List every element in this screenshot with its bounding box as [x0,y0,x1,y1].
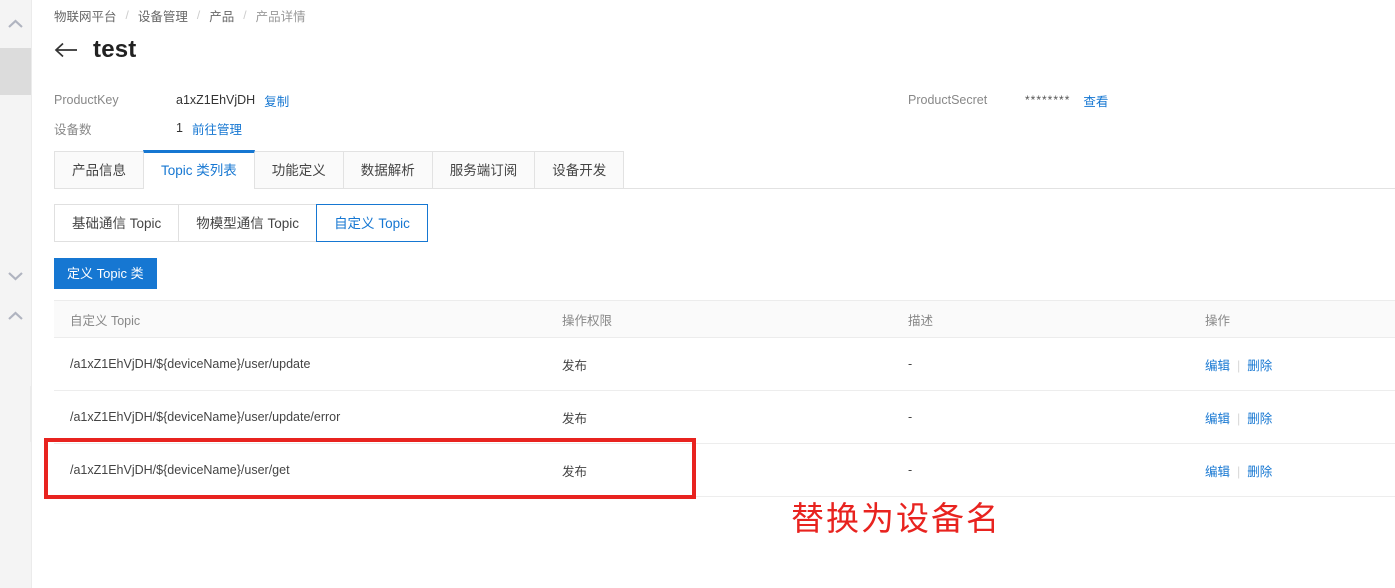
edit-topic-link[interactable]: 编辑 [1205,359,1230,373]
product-key-row: ProductKey a1xZ1EhVjDH 复制 ProductSecret … [54,86,1234,114]
table-row: /a1xZ1EhVjDH/${deviceName}/user/update 发… [54,337,1395,391]
tab-data-parsing[interactable]: 数据解析 [342,151,433,188]
topic-type-segmented-control: 基础通信 Topic 物模型通信 Topic 自定义 Topic [54,204,428,242]
tab-topic-list[interactable]: Topic 类列表 [143,150,255,189]
scroll-down-chevron-icon[interactable] [0,270,31,283]
breadcrumb-separator: / [243,8,247,22]
segment-custom-topic[interactable]: 自定义 Topic [316,204,428,242]
product-info: ProductKey a1xZ1EhVjDH 复制 ProductSecret … [54,86,1234,142]
product-secret-label: ProductSecret [908,93,988,107]
cell-topic: /a1xZ1EhVjDH/${deviceName}/user/update [54,337,562,391]
define-topic-class-button[interactable]: 定义 Topic 类 [54,258,157,289]
chevron-up-icon [8,311,23,320]
cell-description: - [908,337,1205,391]
breadcrumb: 物联网平台 / 设备管理 / 产品 / 产品详情 [54,0,306,30]
device-count-label: 设备数 [54,122,92,137]
cell-description: - [908,390,1205,444]
annotation-label: 替换为设备名 [791,499,1001,538]
breadcrumb-separator: / [125,8,129,22]
cell-permission: 发布 [562,337,908,391]
tab-device-development[interactable]: 设备开发 [534,151,625,188]
cell-topic: /a1xZ1EhVjDH/${deviceName}/user/update/e… [54,390,562,444]
device-count-row: 设备数 1 前往管理 [54,114,1234,142]
table-row: /a1xZ1EhVjDH/${deviceName}/user/update/e… [54,390,1395,444]
cell-permission: 发布 [562,443,908,497]
chevron-up-icon [8,19,23,28]
table-body: /a1xZ1EhVjDH/${deviceName}/user/update 发… [54,337,1395,497]
tab-product-info[interactable]: 产品信息 [54,151,144,188]
arrow-left-icon [54,42,77,57]
scroll-up-chevron-icon-secondary[interactable] [0,310,31,323]
product-key-label: ProductKey [54,93,119,107]
cell-description: - [908,443,1205,497]
table-header-row: 自定义 Topic 操作权限 描述 操作 [54,300,1395,338]
header-description: 描述 [908,300,1205,338]
copy-product-key-link[interactable]: 复制 [264,91,289,110]
edit-topic-link[interactable]: 编辑 [1205,465,1230,479]
custom-topic-table: 自定义 Topic 操作权限 描述 操作 /a1xZ1EhVjDH/${devi… [54,300,1395,497]
segment-thing-model-communication-topic[interactable]: 物模型通信 Topic [178,204,318,242]
breadcrumb-item-device-management[interactable]: 设备管理 [138,6,188,25]
cell-actions: 编辑 | 删除 [1205,337,1395,391]
page-scrollbar[interactable] [0,0,32,588]
tab-function-definition[interactable]: 功能定义 [253,151,344,188]
delete-topic-link[interactable]: 删除 [1247,359,1272,373]
tab-server-subscription[interactable]: 服务端订阅 [431,151,536,188]
cell-permission: 发布 [562,390,908,444]
page-header: test [54,36,136,64]
cell-actions: 编辑 | 删除 [1205,443,1395,497]
back-arrow-icon[interactable] [54,39,79,62]
product-secret-value: ******** [1025,93,1071,107]
action-separator: | [1237,411,1241,426]
breadcrumb-item-product[interactable]: 产品 [209,6,234,25]
product-secret-group: ProductSecret ******** 查看 [908,86,1108,114]
header-operation-permission: 操作权限 [562,300,908,338]
table-row: /a1xZ1EhVjDH/${deviceName}/user/get 发布 -… [54,443,1395,497]
breadcrumb-item-platform[interactable]: 物联网平台 [54,6,117,25]
view-product-secret-link[interactable]: 查看 [1083,91,1108,110]
page-content: 物联网平台 / 设备管理 / 产品 / 产品详情 test ProductKey… [32,0,1395,588]
action-separator: | [1237,358,1241,373]
cell-actions: 编辑 | 删除 [1205,390,1395,444]
segment-basic-communication-topic[interactable]: 基础通信 Topic [54,204,180,242]
chevron-down-icon [8,272,23,281]
main-tabs: 产品信息 Topic 类列表 功能定义 数据解析 服务端订阅 设备开发 [54,150,1395,189]
breadcrumb-item-product-detail: 产品详情 [255,9,306,24]
page-title: test [93,36,137,63]
breadcrumb-separator: / [196,8,201,22]
product-key-value: a1xZ1EhVjDH [176,93,256,107]
device-count-value: 1 [176,121,183,135]
edit-topic-link[interactable]: 编辑 [1205,412,1230,426]
header-actions: 操作 [1205,300,1395,338]
table-header: 自定义 Topic 操作权限 描述 操作 [54,300,1395,338]
scrollbar-thumb[interactable] [0,48,31,95]
delete-topic-link[interactable]: 删除 [1247,412,1272,426]
header-custom-topic: 自定义 Topic [54,300,562,338]
tabs-filler [623,151,1395,188]
scroll-up-chevron-icon[interactable] [0,18,31,31]
delete-topic-link[interactable]: 删除 [1247,465,1272,479]
action-separator: | [1237,464,1241,479]
go-to-device-management-link[interactable]: 前往管理 [192,119,242,138]
cell-topic: /a1xZ1EhVjDH/${deviceName}/user/get [54,443,562,497]
